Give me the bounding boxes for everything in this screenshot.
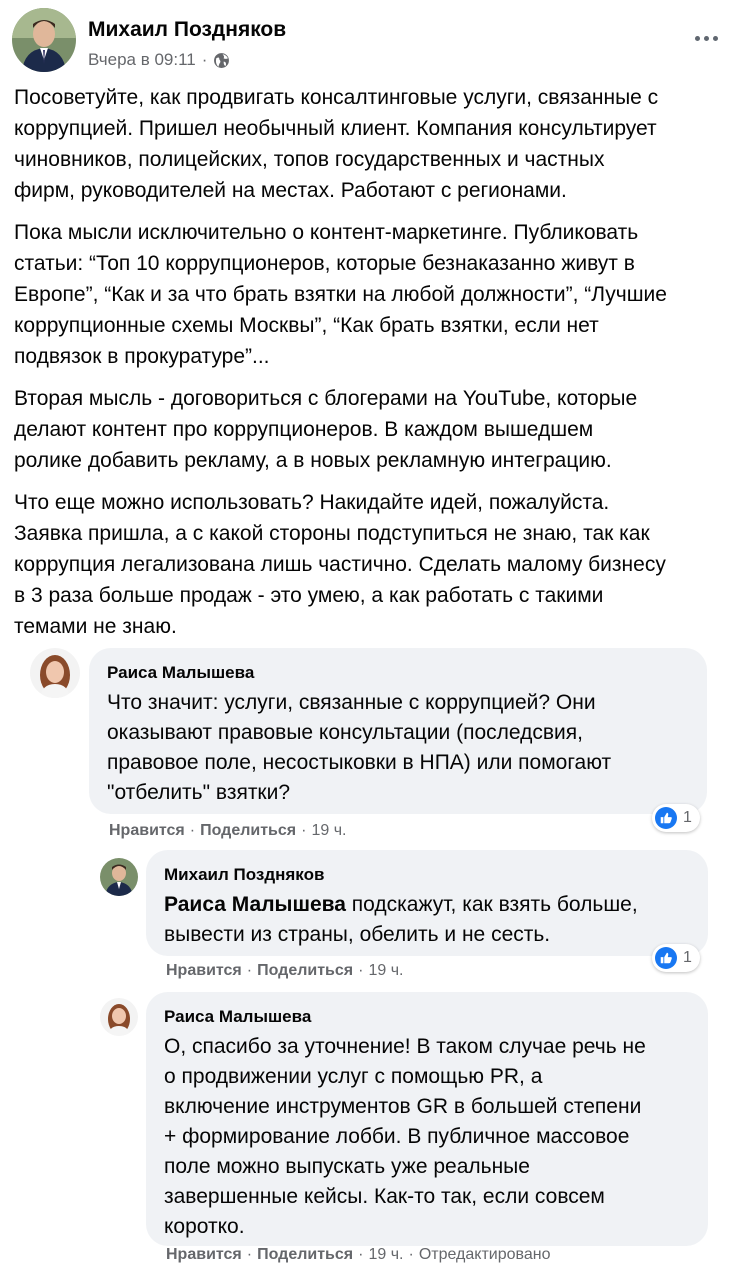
reaction-count[interactable]: 1 [652,804,700,832]
share-button[interactable]: Поделиться [257,1246,353,1264]
like-button[interactable]: Нравится [166,962,242,980]
commenter-avatar[interactable] [100,858,138,896]
post-paragraph: Посоветуйте, как продвигать консалтингов… [14,86,659,202]
comment-bubble: Раиса Малышева О, спасибо за уточнение! … [146,992,708,1246]
separator: · [246,962,253,979]
post-paragraph: Вторая мысль - договориться с блогерами … [14,387,638,472]
comment-actions: Нравится · Поделиться · 19 ч. [166,962,403,980]
comment-text: Что значит: услуги, связанные с коррупци… [107,691,612,804]
separator: · [358,1246,364,1263]
comment-text: О, спасибо за уточнение! В таком случае … [164,1035,646,1238]
post-time[interactable]: Вчера в 09:11 [88,50,196,70]
like-button[interactable]: Нравится [166,1246,242,1264]
separator: · [246,1246,253,1263]
comment-text: Раиса Малышева подскажут, как взять боль… [164,890,690,950]
share-button[interactable]: Поделиться [200,822,296,840]
post-author-name[interactable]: Михаил Поздняков [88,18,286,42]
commenter-avatar[interactable] [30,648,80,698]
comment-actions: Нравится · Поделиться · 19 ч. [109,822,346,840]
separator: · [201,50,208,69]
author-avatar[interactable] [12,8,76,72]
post-paragraph: Пока мысли исключительно о контент-марке… [14,221,667,368]
more-options-button[interactable] [688,20,724,56]
edited-label[interactable]: Отредактировано [419,1246,551,1264]
reaction-number: 1 [683,949,692,966]
mention-link[interactable]: Раиса Малышева [164,893,346,916]
globe-icon [213,52,230,69]
comment-author[interactable]: Раиса Малышева [164,1006,690,1028]
share-button[interactable]: Поделиться [257,962,353,980]
separator: · [189,822,196,839]
post-body: Посоветуйте, как продвигать консалтингов… [14,82,734,653]
comment-actions: Нравится · Поделиться · 19 ч. · Отредакт… [166,1246,550,1264]
like-button[interactable]: Нравится [109,822,185,840]
like-icon [655,947,677,969]
comment-author[interactable]: Раиса Малышева [107,662,689,684]
separator: · [358,962,364,979]
like-icon [655,807,677,829]
comment-bubble: Раиса Малышева Что значит: услуги, связа… [89,648,707,814]
reaction-count[interactable]: 1 [652,944,700,972]
comment-time[interactable]: 19 ч. [311,822,346,840]
comment-time[interactable]: 19 ч. [368,962,403,980]
reply-comment: Раиса Малышева О, спасибо за уточнение! … [100,992,720,1272]
comment-time[interactable]: 19 ч. [368,1246,403,1264]
reply-comment: Михаил Поздняков Раиса Малышева подскажу… [100,850,720,990]
comment-author[interactable]: Михаил Поздняков [164,864,690,886]
post-meta: Вчера в 09:11 · [88,50,230,70]
post-paragraph: Что еще можно использовать? Накидайте ид… [14,491,666,638]
separator: · [408,1246,414,1263]
separator: · [301,822,307,839]
reaction-number: 1 [683,809,692,826]
comment-bubble: Михаил Поздняков Раиса Малышева подскажу… [146,850,708,956]
comment: Раиса Малышева Что значит: услуги, связа… [30,648,720,848]
commenter-avatar[interactable] [100,998,138,1036]
post-header: Михаил Поздняков Вчера в 09:11 · [12,8,734,72]
